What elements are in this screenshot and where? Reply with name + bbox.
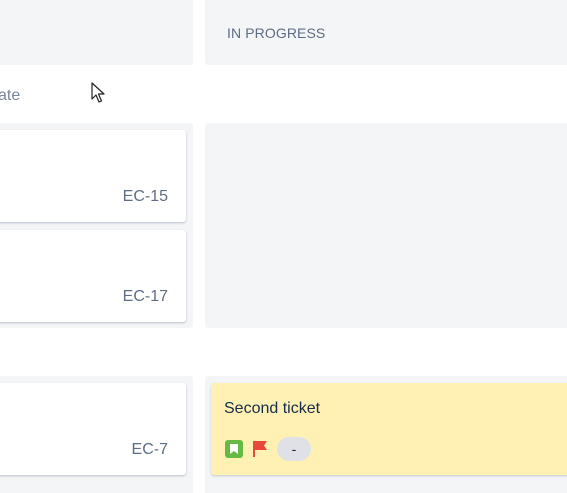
card-footer: - <box>225 437 311 461</box>
issue-card-ec-15[interactable]: EC-15 <box>0 130 186 222</box>
column-header-todo <box>0 0 193 65</box>
issue-key: EC-17 <box>122 288 168 305</box>
issue-card-second-ticket[interactable]: Second ticket - <box>211 383 567 475</box>
issue-card-ec-7[interactable]: EC-7 <box>0 383 186 475</box>
column-header-in-progress: IN PROGRESS <box>205 0 567 65</box>
issue-key: EC-7 <box>131 441 168 458</box>
issue-summary: Second ticket <box>224 400 321 417</box>
estimate-badge: - <box>277 437 311 461</box>
flag-icon <box>251 440 269 458</box>
column-title-in-progress: IN PROGRESS <box>227 25 326 41</box>
in-progress-column-cells[interactable] <box>205 123 567 328</box>
issue-card-ec-17[interactable]: EC-17 <box>0 230 186 322</box>
mouse-cursor-icon <box>91 82 105 103</box>
board: IN PROGRESS ate EC-15 EC-17 EC-7 Second … <box>0 0 567 493</box>
swimlane-label[interactable]: ate <box>0 87 20 105</box>
issue-key: EC-15 <box>122 188 168 205</box>
story-icon <box>225 440 243 458</box>
